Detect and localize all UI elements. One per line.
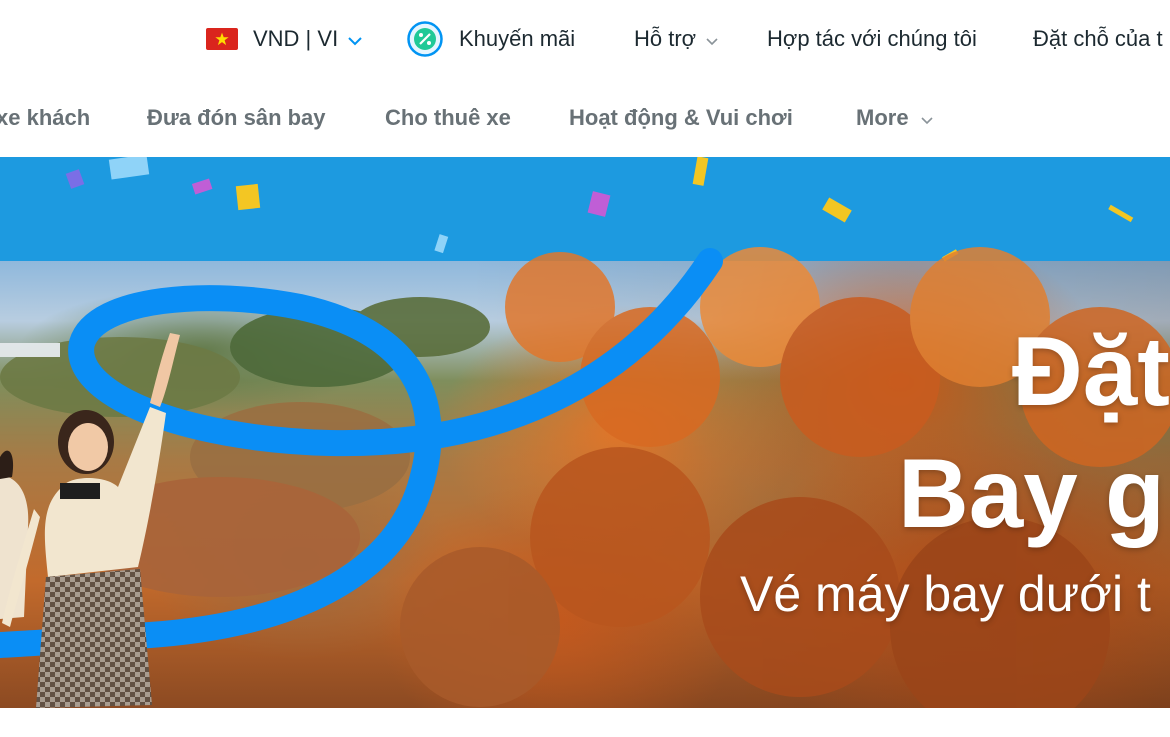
discount-badge-icon [407, 21, 443, 57]
my-bookings-label: Đặt chỗ của t [1033, 26, 1163, 51]
hero-headline-line-2: Bay g [898, 438, 1165, 548]
nav-item-bus[interactable]: xe khách [0, 100, 90, 136]
hero-banner[interactable]: Đặt Bay g Vé máy bay dưới t [0, 157, 1170, 708]
nav-item-car-rental[interactable]: Cho thuê xe [385, 100, 511, 136]
vietnam-flag-icon [206, 28, 238, 50]
nav-item-activities[interactable]: Hoạt động & Vui chơi [569, 100, 793, 136]
nav-item-label: Cho thuê xe [385, 105, 511, 130]
chevron-down-icon [706, 26, 718, 52]
currency-language-selector[interactable]: VND | VI [206, 20, 362, 58]
promotions-link[interactable]: Khuyến mãi [407, 20, 575, 58]
chevron-down-icon [920, 105, 933, 131]
support-menu[interactable]: Hỗ trợ [634, 20, 718, 58]
hero-headline-line-1: Đặt [1012, 316, 1170, 426]
top-utility-bar: VND | VI Khuyến mãi Hỗ trợ Hợp tác với c… [0, 0, 1170, 78]
nav-item-label: Hoạt động & Vui chơi [569, 105, 793, 130]
promotions-label: Khuyến mãi [459, 26, 576, 51]
nav-item-label: Đưa đón sân bay [147, 105, 326, 130]
currency-language-label: VND | VI [253, 26, 339, 51]
nav-item-label: More [856, 105, 909, 130]
partner-label: Hợp tác với chúng tôi [767, 26, 977, 51]
hero-subheadline: Vé máy bay dưới t [740, 566, 1151, 622]
my-bookings-link[interactable]: Đặt chỗ của t [1033, 20, 1163, 58]
partner-link[interactable]: Hợp tác với chúng tôi [767, 20, 977, 58]
support-label: Hỗ trợ [634, 26, 697, 51]
nav-item-more[interactable]: More [856, 100, 933, 136]
hero-artwork [0, 157, 1170, 708]
product-nav: xe khách Đưa đón sân bay Cho thuê xe Hoạ… [0, 78, 1170, 158]
nav-item-label: xe khách [0, 105, 91, 130]
nav-item-airport-transfer[interactable]: Đưa đón sân bay [147, 100, 326, 136]
chevron-down-icon [348, 26, 362, 52]
confetti-decoration [65, 157, 1134, 262]
